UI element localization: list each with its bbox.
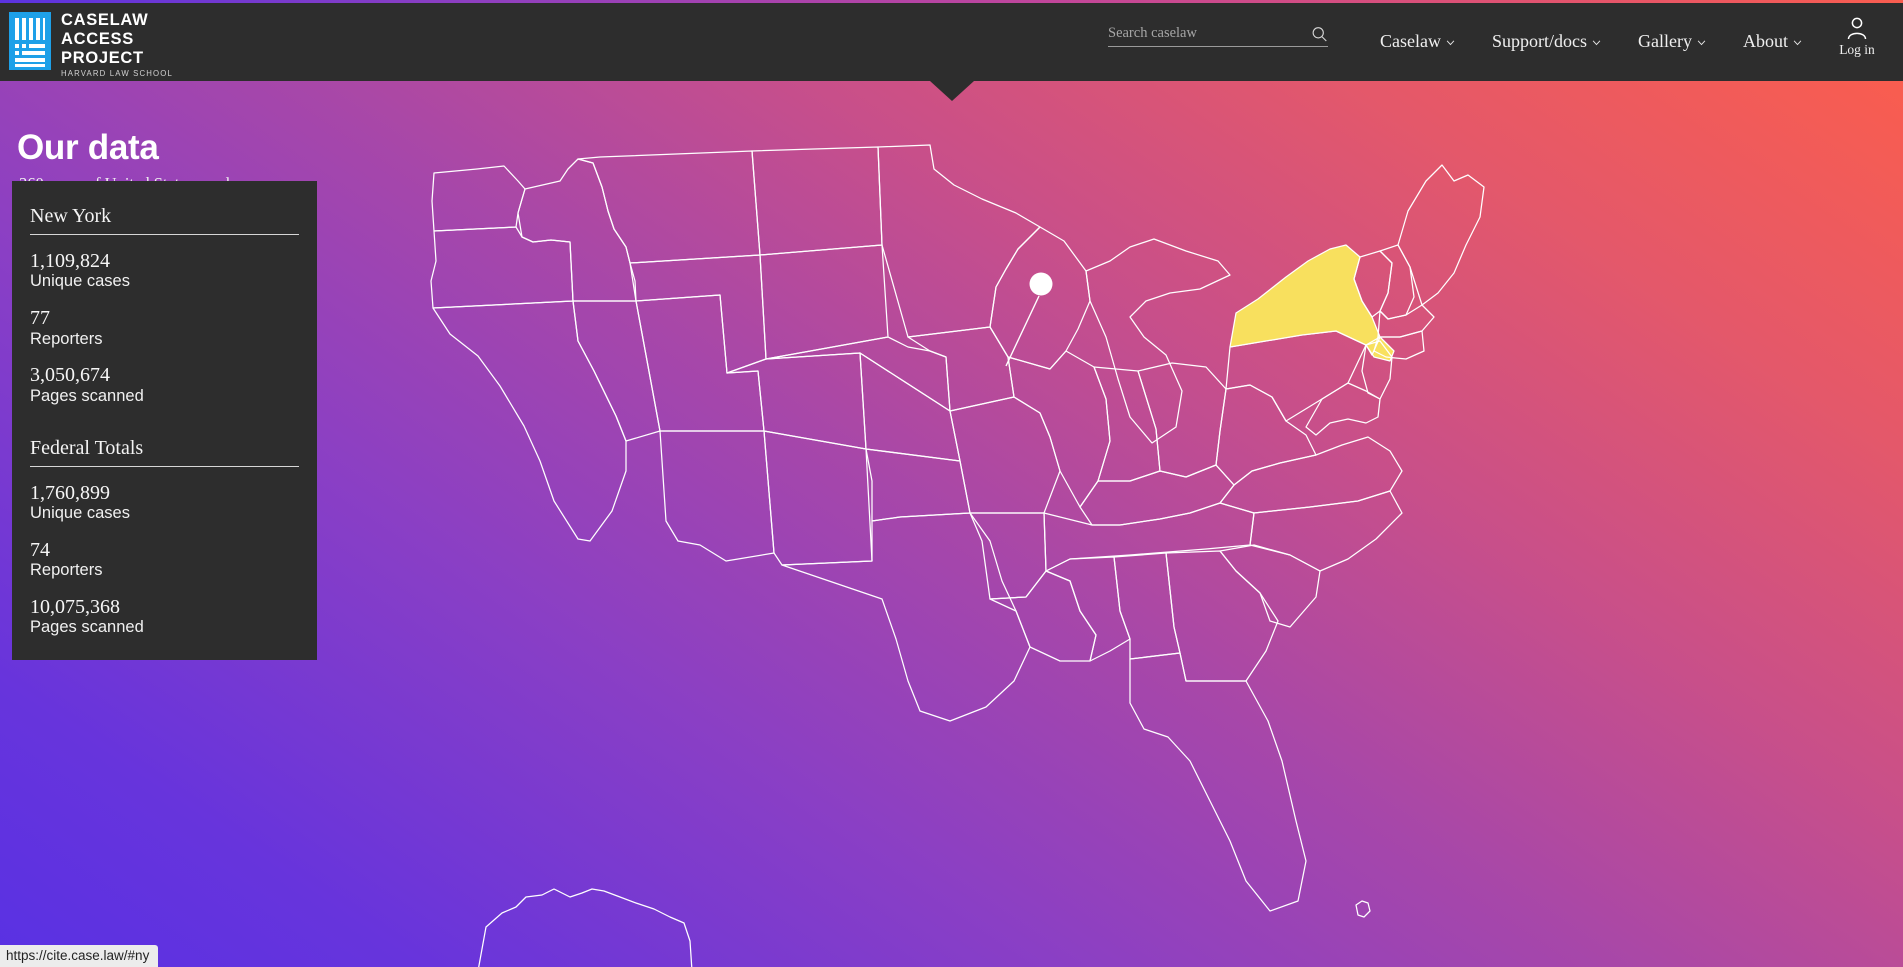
logo-line-2: ACCESS (61, 30, 134, 48)
logo-line-3: PROJECT (61, 49, 144, 67)
stat-item: 74 Reporters (30, 539, 299, 581)
primary-nav: Caselaw Support/docs Gallery About (1380, 31, 1839, 52)
state-kentucky[interactable] (1079, 464, 1235, 526)
state-maine[interactable] (1397, 164, 1485, 306)
stat-label: Reporters (30, 561, 103, 580)
state-wisconsin[interactable] (989, 226, 1091, 370)
logo-line-4: HARVARD LAW SCHOOL (61, 69, 173, 78)
browser-page: CASELAW ACCESS PROJECT HARVARD LAW SCHOO… (0, 0, 1903, 967)
state-indiana[interactable] (1093, 366, 1161, 482)
state-south-dakota[interactable] (759, 244, 889, 360)
us-map-svg[interactable] (430, 141, 1890, 967)
state-illinois[interactable] (1007, 350, 1111, 508)
chevron-down-icon (1592, 40, 1601, 45)
stats-group-heading: Federal Totals (30, 437, 299, 467)
hero-stage: Our data 360 years of United States case… (0, 81, 1903, 967)
state-oklahoma[interactable] (865, 448, 971, 522)
stat-item: 3,050,674 Pages scanned (30, 364, 299, 406)
stat-item: 1,760,899 Unique cases (30, 482, 299, 524)
stat-value: 1,760,899 (30, 481, 110, 504)
nav-item-caselaw[interactable]: Caselaw (1380, 31, 1455, 52)
stat-value: 10,075,368 (30, 595, 120, 618)
state-wyoming[interactable] (629, 254, 767, 374)
stat-label: Unique cases (30, 272, 130, 291)
state-massachusetts[interactable] (1377, 304, 1435, 338)
stat-label: Pages scanned (30, 386, 144, 405)
stat-label: Pages scanned (30, 618, 144, 637)
site-navbar: CASELAW ACCESS PROJECT HARVARD LAW SCHOO… (0, 3, 1903, 81)
user-icon (1847, 17, 1867, 40)
state-marker-pin[interactable] (1029, 272, 1053, 296)
state-montana[interactable] (577, 150, 761, 264)
state-nevada[interactable] (572, 300, 661, 442)
navbar-pointer-notch (930, 81, 974, 101)
stats-group-heading: New York (30, 205, 299, 235)
nav-label-about: About (1742, 31, 1788, 51)
stat-value: 77 (30, 307, 50, 330)
state-minnesota[interactable] (877, 144, 1041, 338)
state-nebraska[interactable] (765, 336, 951, 412)
stat-item: 1,109,824 Unique cases (30, 250, 299, 292)
nav-label-support-docs: Support/docs (1491, 31, 1587, 51)
stat-value: 74 (30, 538, 50, 561)
state-north-carolina[interactable] (1249, 490, 1403, 572)
state-idaho[interactable] (517, 158, 637, 302)
state-texas[interactable] (781, 512, 1031, 722)
page-title: Our data (17, 128, 159, 167)
top-accent-strip (0, 0, 1903, 3)
stats-group-federal: Federal Totals 1,760,899 Unique cases 74… (12, 437, 317, 639)
stat-label: Unique cases (30, 503, 130, 522)
state-colorado[interactable] (726, 352, 867, 450)
logo-line-1: CASELAW (61, 11, 149, 29)
state-louisiana[interactable] (989, 570, 1097, 662)
nav-label-gallery: Gallery (1638, 31, 1692, 51)
state-ohio[interactable] (1137, 362, 1227, 478)
state-north-dakota[interactable] (751, 146, 883, 256)
state-new-mexico[interactable] (763, 430, 873, 566)
stat-value: 3,050,674 (30, 364, 110, 387)
state-hawaii[interactable] (1355, 900, 1371, 918)
us-states-map[interactable] (430, 141, 1890, 967)
stat-item: 77 Reporters (30, 307, 299, 349)
nav-item-gallery[interactable]: Gallery (1638, 31, 1706, 52)
state-arizona[interactable] (659, 430, 775, 562)
state-washington[interactable] (431, 165, 526, 232)
state-utah[interactable] (635, 294, 765, 432)
stats-group-state: New York 1,109,824 Unique cases 77 Repor… (12, 205, 317, 407)
state-oregon[interactable] (430, 226, 574, 309)
state-georgia[interactable] (1165, 550, 1279, 682)
stat-label: Reporters (30, 329, 103, 348)
state-california[interactable] (432, 300, 627, 542)
state-tennessee[interactable] (1043, 502, 1255, 572)
login-button[interactable]: Log in (1832, 15, 1882, 58)
chevron-down-icon (1697, 40, 1706, 45)
state-florida[interactable] (1129, 652, 1307, 912)
status-bar-url: https://cite.case.law/#ny (0, 945, 159, 967)
state-mississippi[interactable] (1045, 556, 1131, 662)
stats-group-divider (12, 407, 317, 431)
logo-wordmark: CASELAW ACCESS PROJECT HARVARD LAW SCHOO… (61, 11, 173, 78)
search-input[interactable] (1108, 25, 1298, 42)
state-south-carolina[interactable] (1219, 544, 1321, 628)
state-kansas[interactable] (859, 352, 961, 462)
chevron-down-icon (1446, 40, 1455, 45)
state-maryland-delaware[interactable] (1305, 382, 1381, 436)
site-logo[interactable]: CASELAW ACCESS PROJECT HARVARD LAW SCHOO… (8, 11, 173, 78)
state-west-virginia[interactable] (1215, 384, 1317, 486)
nav-label-caselaw: Caselaw (1380, 31, 1441, 51)
stats-panel: New York 1,109,824 Unique cases 77 Repor… (12, 181, 317, 661)
caselaw-logo-icon (9, 12, 51, 70)
chevron-down-icon (1793, 40, 1802, 45)
stat-value: 1,109,824 (30, 250, 110, 272)
nav-item-support-docs[interactable]: Support/docs (1492, 31, 1601, 52)
stat-item: 10,075,368 Pages scanned (30, 596, 299, 638)
state-missouri[interactable] (949, 396, 1061, 514)
state-new-hampshire[interactable] (1379, 244, 1415, 320)
search-box[interactable] (1108, 25, 1328, 47)
marker-leader-line (1005, 295, 1040, 367)
nav-item-about[interactable]: About (1743, 31, 1802, 52)
search-icon[interactable] (1311, 26, 1328, 43)
state-alaska[interactable] (478, 888, 693, 967)
login-label: Log in (1839, 42, 1875, 57)
